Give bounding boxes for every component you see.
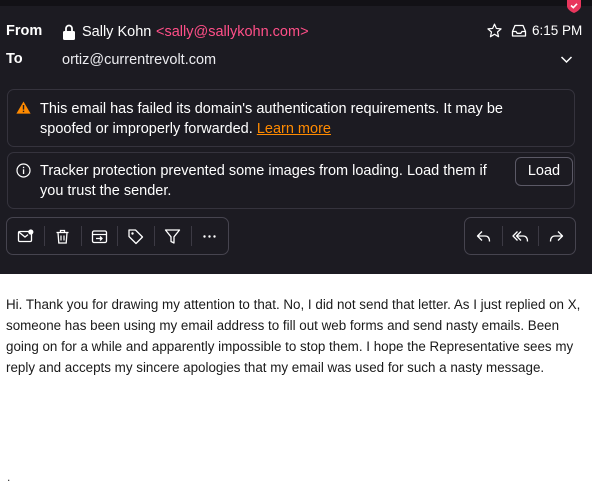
warning-icon (16, 101, 31, 114)
filter-icon (165, 228, 181, 244)
recipient-address[interactable]: ortiz@currentrevolt.com (62, 52, 216, 68)
filter-button[interactable] (154, 218, 191, 254)
message-body: Hi. Thank you for drawing my attention t… (6, 297, 581, 375)
warning-message: This email has failed its domain's authe… (40, 99, 540, 139)
move-to-folder-icon (91, 229, 107, 243)
lock-icon (63, 24, 75, 40)
reply-all-button[interactable] (501, 218, 539, 254)
mark-unread-icon (17, 228, 34, 242)
trash-icon (56, 229, 69, 244)
sender-name[interactable]: Sally Kohn (82, 24, 151, 40)
message-actions-toolbar (6, 217, 229, 255)
inbox-tray-icon (511, 24, 527, 37)
reply-toolbar (464, 217, 576, 255)
top-strip (0, 0, 592, 6)
delete-button[interactable] (43, 218, 81, 254)
tracker-message: Tracker protection prevented some images… (40, 163, 487, 199)
label-button[interactable] (117, 218, 154, 254)
shield-check-icon[interactable] (566, 0, 582, 13)
trailing-mark: . (7, 470, 11, 484)
more-options-button[interactable] (191, 218, 228, 254)
sender-email[interactable]: <sally@sallykohn.com> (156, 24, 309, 40)
from-label: From (6, 23, 43, 39)
to-label: To (6, 51, 23, 67)
label-tag-icon (128, 228, 144, 244)
load-images-button[interactable]: Load (515, 157, 573, 186)
reply-icon (476, 230, 490, 242)
message-header: From Sally Kohn <sally@sallykohn.com> 6:… (0, 0, 592, 274)
reply-button[interactable] (465, 218, 502, 254)
authentication-warning-banner: This email has failed its domain's authe… (7, 89, 575, 147)
more-options-icon (203, 234, 216, 238)
forward-button[interactable] (538, 218, 575, 254)
forward-icon (550, 230, 564, 242)
info-icon (16, 163, 31, 178)
move-to-folder-button[interactable] (80, 218, 118, 254)
tracker-protection-banner: Tracker protection prevented some images… (7, 152, 575, 209)
star-icon[interactable] (487, 23, 502, 38)
message-time: 6:15 PM (532, 23, 583, 38)
mark-unread-button[interactable] (7, 218, 44, 254)
learn-more-link[interactable]: Learn more (257, 121, 331, 137)
chevron-down-icon[interactable] (560, 55, 573, 64)
reply-all-icon (511, 230, 528, 242)
